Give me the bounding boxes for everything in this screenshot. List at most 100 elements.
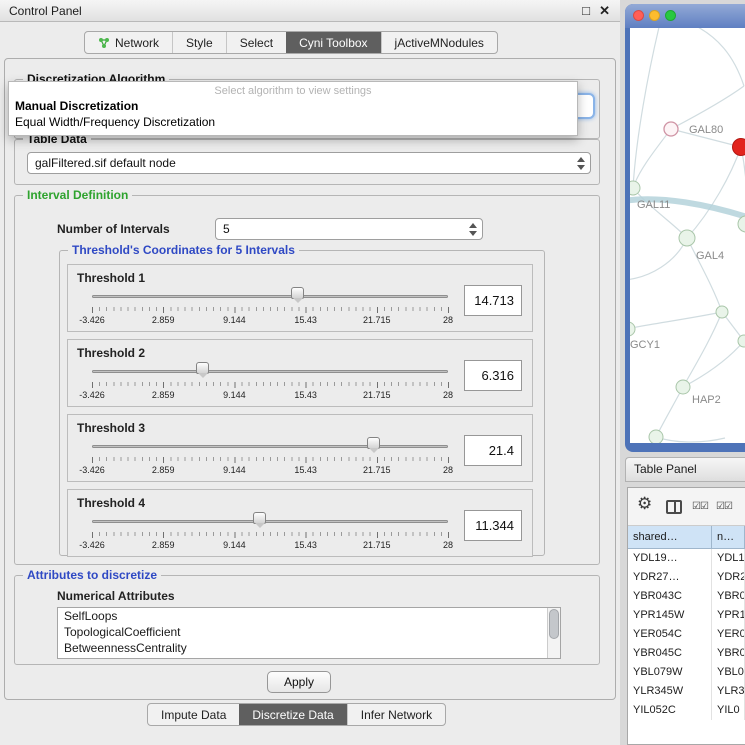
gear-icon[interactable]: ⚙ [637, 494, 652, 514]
tick-label: 2.859 [152, 390, 175, 400]
number-of-intervals-label: Number of Intervals [57, 222, 170, 236]
tick-label: 9.144 [223, 465, 246, 475]
table-row[interactable]: YER054CYER0 [628, 625, 745, 644]
cell[interactable]: YBL0 [712, 663, 745, 682]
network-canvas[interactable]: GAL80 GAL11 GAL4 GCY1 HAP2 [630, 28, 745, 443]
list-scrollbar[interactable] [547, 608, 560, 658]
table-row[interactable]: YDR27…YDR2 [628, 568, 745, 587]
threshold-2-slider[interactable] [92, 358, 448, 380]
node[interactable] [738, 216, 745, 232]
slider-thumb[interactable] [291, 287, 304, 299]
slider-thumb[interactable] [253, 512, 266, 524]
slider-thumb[interactable] [367, 437, 380, 449]
threshold-4-panel: Threshold 4 -3.426 2.859 9.144 15.43 21.… [67, 489, 533, 557]
cell[interactable]: YBL079W [628, 663, 712, 682]
tick-label: 28 [443, 540, 453, 550]
table-row[interactable]: YBR045CYBR0 [628, 644, 745, 663]
dropdown-option-manual-discretization[interactable]: Manual Discretization [15, 99, 571, 114]
slider-thumb[interactable] [196, 362, 209, 374]
network-icon [98, 37, 110, 49]
tab-impute-data[interactable]: Impute Data [148, 704, 239, 725]
threshold-3-value-field[interactable]: 21.4 [464, 435, 522, 466]
list-item[interactable]: TopologicalCoefficient [58, 624, 560, 640]
apply-button[interactable]: Apply [267, 671, 331, 693]
cell[interactable]: YDL1 [712, 549, 745, 568]
list-item[interactable]: BetweennessCentrality [58, 640, 560, 656]
cell[interactable]: YDR2 [712, 568, 745, 587]
select-rows-icon[interactable]: ☑☑ [716, 501, 732, 512]
threshold-4-slider[interactable] [92, 508, 448, 530]
close-icon[interactable]: ✕ [599, 3, 610, 19]
threshold-1-slider[interactable] [92, 283, 448, 305]
table-row[interactable]: YIL052CYIL0 [628, 701, 745, 720]
table-panel-header[interactable]: Table Panel [625, 457, 745, 482]
tab-discretize-data[interactable]: Discretize Data [239, 704, 346, 725]
cell[interactable]: YPR145W [628, 606, 712, 625]
tab-infer-network[interactable]: Infer Network [347, 704, 445, 725]
tab-style[interactable]: Style [172, 32, 226, 53]
cell[interactable]: YPR1 [712, 606, 745, 625]
cell[interactable]: YBR0 [712, 587, 745, 606]
columns-icon[interactable] [666, 500, 682, 514]
tab-network[interactable]: Network [85, 32, 172, 53]
cell[interactable]: YBR045C [628, 644, 712, 663]
network-window-titlebar[interactable] [625, 4, 745, 28]
zoom-traffic-light-icon[interactable] [665, 10, 676, 21]
float-window-icon[interactable]: □ [582, 3, 590, 18]
cell[interactable]: YER0 [712, 625, 745, 644]
numerical-attributes-list[interactable]: SelfLoops TopologicalCoefficient Between… [57, 607, 561, 659]
dropdown-option-equal-width[interactable]: Equal Width/Frequency Discretization [15, 115, 571, 130]
slider-track[interactable] [92, 520, 448, 523]
scrollbar-thumb[interactable] [549, 609, 559, 639]
node[interactable] [738, 335, 745, 347]
column-header-shared-name[interactable]: shared… [628, 526, 712, 549]
node-hap2[interactable] [676, 380, 690, 394]
table-row[interactable]: YBL079WYBL0 [628, 663, 745, 682]
tick-label: 15.43 [294, 390, 317, 400]
node-gal11[interactable] [630, 181, 640, 195]
table-data-combobox[interactable]: galFiltered.sif default node [27, 152, 591, 174]
cell[interactable]: YER054C [628, 625, 712, 644]
threshold-3-slider[interactable] [92, 433, 448, 455]
threshold-2-value-field[interactable]: 6.316 [464, 360, 522, 391]
tab-cyni-toolbox[interactable]: Cyni Toolbox [286, 32, 380, 53]
node[interactable] [649, 430, 663, 443]
node-label-gcy1: GCY1 [630, 339, 660, 351]
top-tabstrip: Network Style Select Cyni Toolbox jActiv… [84, 31, 498, 54]
threshold-1-value-field[interactable]: 14.713 [464, 285, 522, 316]
node-gcy1[interactable] [630, 322, 635, 336]
cell[interactable]: YDL19… [628, 549, 712, 568]
node-gal80[interactable] [664, 122, 678, 136]
close-traffic-light-icon[interactable] [633, 10, 644, 21]
slider-tick-labels: -3.426 2.859 9.144 15.43 21.715 28 [92, 540, 448, 551]
cell[interactable]: YLR3 [712, 682, 745, 701]
node-gal4[interactable] [679, 230, 695, 246]
slider-track[interactable] [92, 295, 448, 298]
attributes-group-title: Attributes to discretize [23, 568, 161, 582]
cell[interactable]: YDR27… [628, 568, 712, 587]
tab-label: Discretize Data [252, 708, 333, 722]
cell[interactable]: YBR0 [712, 644, 745, 663]
cell[interactable]: YLR345W [628, 682, 712, 701]
cell[interactable]: YIL052C [628, 701, 712, 720]
cell[interactable]: YBR043C [628, 587, 712, 606]
attributes-group: Attributes to discretize Numerical Attri… [14, 575, 600, 665]
list-item[interactable]: SelfLoops [58, 608, 560, 624]
tab-select[interactable]: Select [226, 32, 286, 53]
minimize-traffic-light-icon[interactable] [649, 10, 660, 21]
slider-track[interactable] [92, 370, 448, 373]
table-row[interactable]: YBR043CYBR0 [628, 587, 745, 606]
number-of-intervals-combobox[interactable]: 5 [215, 218, 483, 240]
node[interactable] [716, 306, 728, 318]
tab-label: Cyni Toolbox [299, 36, 367, 50]
column-header-name[interactable]: n… [712, 526, 745, 549]
table-row[interactable]: YPR145WYPR1 [628, 606, 745, 625]
cell[interactable]: YIL0 [712, 701, 745, 720]
tab-jactivemodules[interactable]: jActiveMNodules [381, 32, 497, 53]
table-row[interactable]: YDL19…YDL1 [628, 549, 745, 568]
threshold-4-value-field[interactable]: 11.344 [464, 510, 522, 541]
slider-track[interactable] [92, 445, 448, 448]
node-selected-red[interactable] [733, 139, 745, 156]
select-columns-icon[interactable]: ☑☑ [692, 501, 708, 512]
table-row[interactable]: YLR345WYLR3 [628, 682, 745, 701]
